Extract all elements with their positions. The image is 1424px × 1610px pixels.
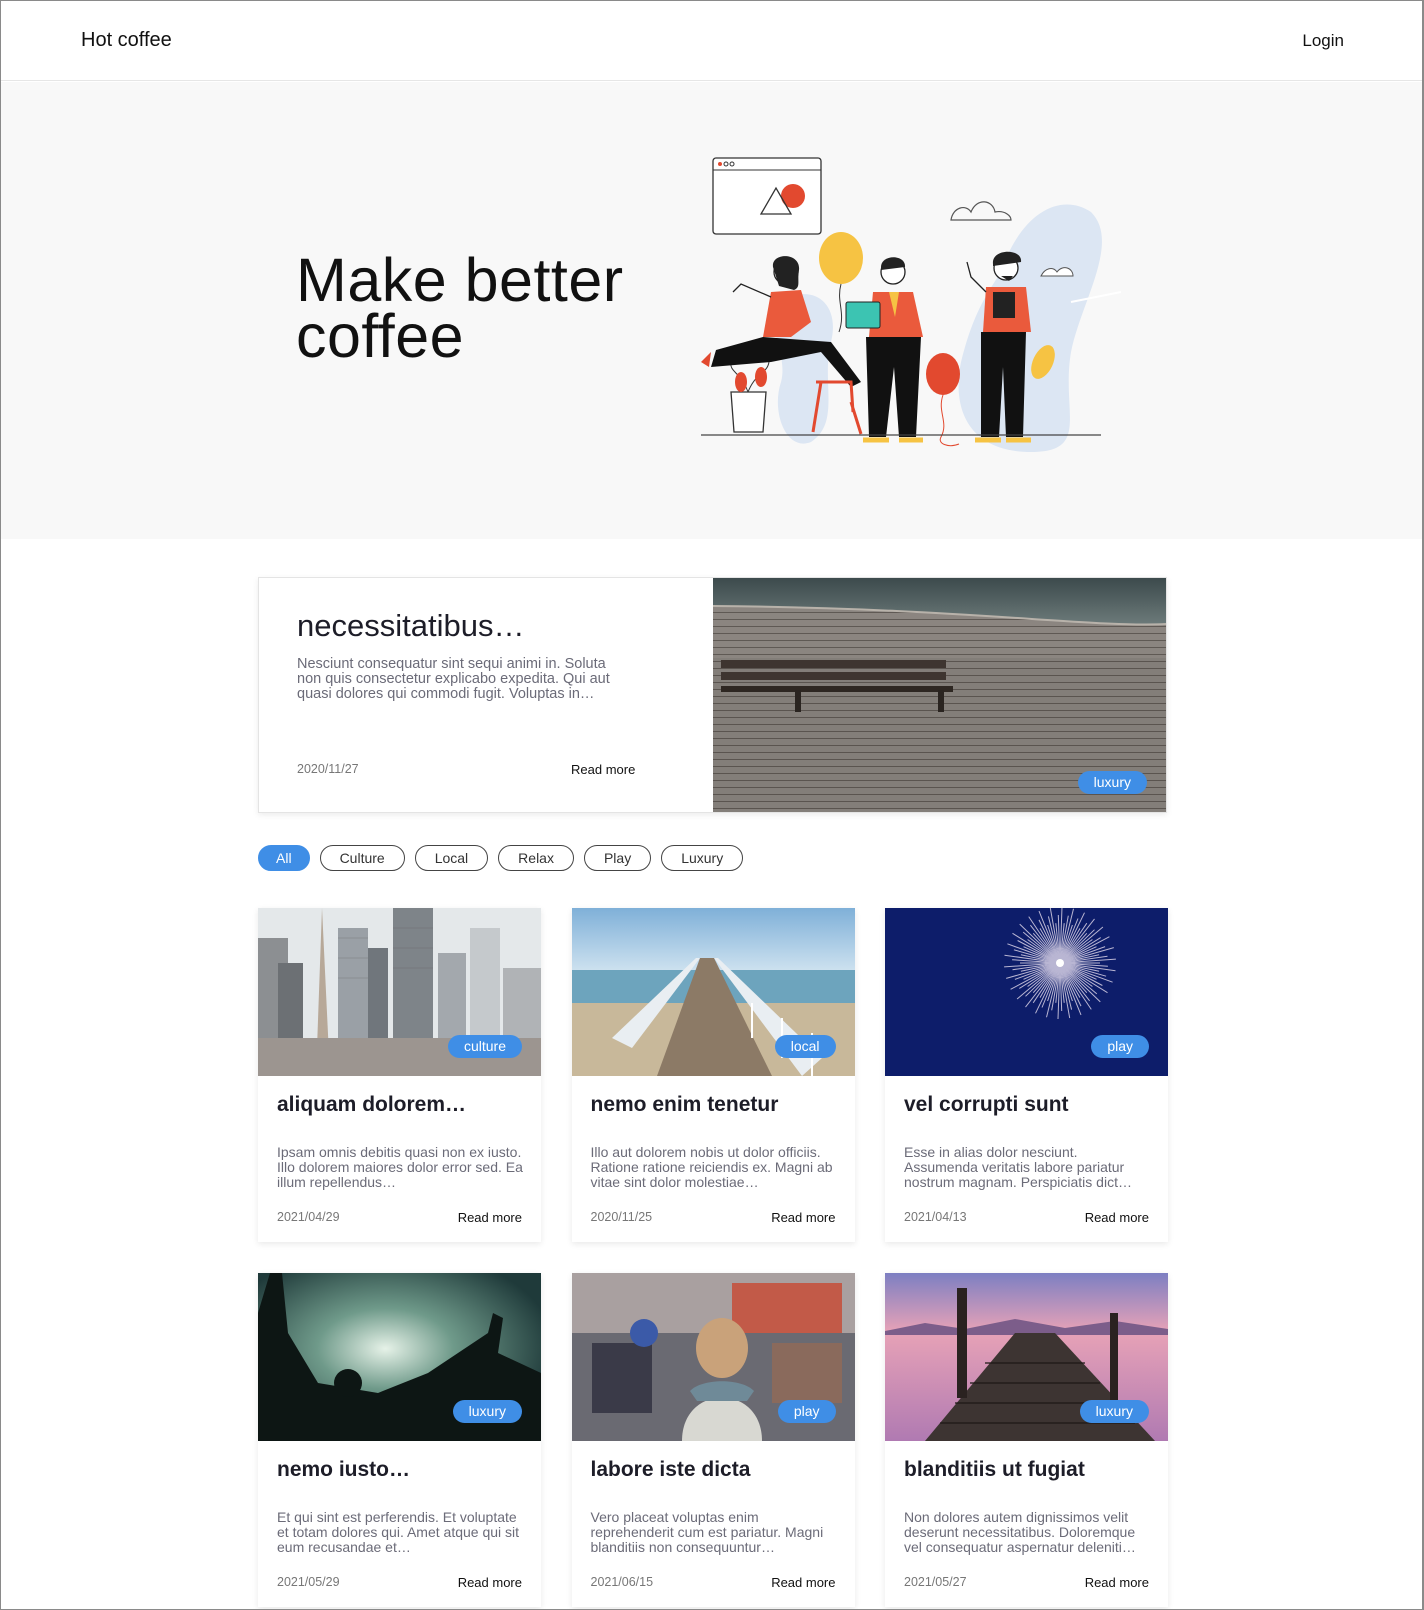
card-tag-badge[interactable]: play [1091, 1035, 1149, 1058]
card-read-more-link[interactable]: Read more [1085, 1210, 1149, 1225]
filter-luxury[interactable]: Luxury [661, 845, 744, 871]
article-card[interactable]: play labore iste dicta Vero placeat volu… [571, 1273, 855, 1607]
card-date: 2021/05/27 [904, 1575, 967, 1589]
hero-illustration [701, 157, 1122, 452]
site-header: Hot coffee Login [1, 1, 1422, 81]
filter-local[interactable]: Local [414, 845, 489, 871]
article-card[interactable]: luxury nemo iusto… Et qui sint est perfe… [258, 1273, 541, 1607]
featured-date: 2020/11/27 [297, 762, 359, 776]
card-title[interactable]: nemo iusto… [277, 1458, 410, 1482]
featured-tag-badge[interactable]: luxury [1077, 771, 1147, 794]
card-tag-badge[interactable]: luxury [452, 1400, 522, 1423]
site-logo[interactable]: Hot coffee [81, 29, 172, 52]
article-card[interactable]: luxury blanditiis ut fugiat Non dolores … [885, 1273, 1168, 1607]
card-title[interactable]: blanditiis ut fugiat [904, 1458, 1085, 1482]
card-image[interactable]: luxury [885, 1273, 1168, 1441]
card-date: 2021/06/15 [590, 1575, 654, 1589]
card-image[interactable]: luxury [258, 1273, 541, 1441]
card-read-more-link[interactable]: Read more [771, 1210, 835, 1225]
category-filter-bar: All Culture Local Relax Play Luxury [258, 845, 744, 871]
card-title[interactable]: aliquam dolorem… [277, 1093, 466, 1117]
hero-section: Make better coffee [1, 82, 1422, 539]
card-date: 2020/11/25 [590, 1210, 653, 1224]
card-tag-badge[interactable]: luxury [1079, 1400, 1149, 1423]
card-title[interactable]: nemo enim tenetur [591, 1093, 779, 1117]
featured-description: Nesciunt consequatur sint sequi animi in… [297, 656, 610, 702]
article-card[interactable]: culture aliquam dolorem… Ipsam omnis deb… [258, 908, 541, 1242]
card-read-more-link[interactable]: Read more [458, 1575, 522, 1590]
card-description: Et qui sint est perferendis. Et voluptat… [277, 1509, 520, 1555]
card-image[interactable]: play [571, 1273, 855, 1441]
hero-title-line2: coffee [296, 302, 465, 370]
filter-all[interactable]: All [258, 845, 310, 871]
card-title[interactable]: labore iste dicta [591, 1458, 751, 1482]
article-card[interactable]: play vel corrupti sunt Esse in alias dol… [885, 908, 1168, 1242]
featured-read-more-link[interactable]: Read more [571, 762, 635, 777]
card-read-more-link[interactable]: Read more [771, 1575, 835, 1590]
browser-frame: Hot coffee Login Make better coffee nece… [0, 0, 1424, 1610]
card-tag-badge[interactable]: play [777, 1400, 836, 1423]
featured-text: necessitatibus… Nesciunt consequatur sin… [259, 578, 713, 812]
featured-image[interactable]: luxury [712, 578, 1166, 812]
card-title[interactable]: vel corrupti sunt [904, 1093, 1069, 1117]
card-description: Esse in alias dolor nesciunt. Assumenda … [904, 1144, 1132, 1190]
card-date: 2021/04/13 [904, 1210, 967, 1224]
card-date: 2021/04/29 [277, 1210, 340, 1224]
filter-culture[interactable]: Culture [319, 845, 405, 871]
card-description: Illo aut dolorem nobis ut dolor officiis… [590, 1144, 833, 1190]
card-tag-badge[interactable]: local [774, 1035, 836, 1058]
card-read-more-link[interactable]: Read more [1085, 1575, 1149, 1590]
card-description: Non dolores autem dignissimos velit dese… [904, 1509, 1136, 1555]
filter-play[interactable]: Play [583, 845, 652, 871]
card-image[interactable]: play [885, 908, 1168, 1076]
hero-title: Make better coffee [296, 250, 624, 367]
article-grid: culture aliquam dolorem… Ipsam omnis deb… [258, 908, 1168, 1607]
card-date: 2021/05/29 [277, 1575, 340, 1589]
login-link[interactable]: Login [1302, 31, 1344, 51]
card-description: Ipsam omnis debitis quasi non ex iusto. … [277, 1144, 523, 1190]
card-image[interactable]: local [571, 908, 855, 1076]
card-image[interactable]: culture [258, 908, 541, 1076]
card-read-more-link[interactable]: Read more [458, 1210, 522, 1225]
filter-relax[interactable]: Relax [498, 845, 574, 871]
article-card[interactable]: local nemo enim tenetur Illo aut dolorem… [571, 908, 855, 1242]
featured-title[interactable]: necessitatibus… [297, 608, 524, 644]
card-description: Vero placeat voluptas enim reprehenderit… [590, 1509, 824, 1555]
card-tag-badge[interactable]: culture [447, 1035, 522, 1058]
featured-article[interactable]: necessitatibus… Nesciunt consequatur sin… [258, 577, 1167, 813]
